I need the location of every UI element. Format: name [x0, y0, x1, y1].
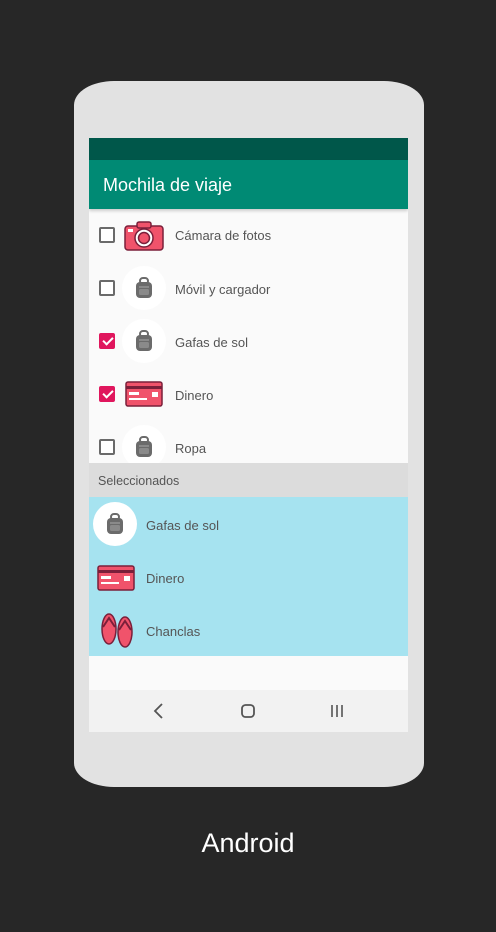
selected-list[interactable]: Gafas de sol Dinero Chanclas	[89, 497, 408, 656]
selected-label: Gafas de sol	[146, 518, 219, 533]
checkbox-unchecked[interactable]	[99, 227, 115, 243]
selected-label: Dinero	[146, 571, 185, 586]
back-icon[interactable]	[147, 700, 171, 722]
checkbox-checked[interactable]	[99, 333, 115, 349]
checkbox-unchecked[interactable]	[99, 439, 115, 455]
recents-icon[interactable]	[325, 700, 349, 722]
credit-card-icon	[95, 554, 139, 598]
backpack-icon	[93, 502, 137, 546]
status-bar	[89, 138, 408, 160]
item-list[interactable]: Cámara de fotos Móvil y cargador Gafas d…	[89, 209, 408, 463]
app-title: Mochila de viaje	[103, 175, 233, 195]
platform-caption: Android	[201, 828, 295, 858]
list-item[interactable]: Cámara de fotos	[89, 209, 408, 262]
selected-label: Chanclas	[146, 624, 201, 639]
checkbox-checked[interactable]	[99, 386, 115, 402]
checkbox-unchecked[interactable]	[99, 280, 115, 296]
icon-circle	[122, 425, 166, 463]
backpack-icon	[122, 319, 166, 363]
list-item[interactable]: Gafas de sol	[89, 315, 408, 368]
phone-screen: Mochila de viaje Cámara de fotos Móvil y…	[89, 138, 408, 732]
backpack-icon	[122, 266, 166, 310]
home-icon[interactable]	[236, 700, 260, 722]
credit-card-icon	[122, 372, 166, 416]
item-label: Ropa	[175, 441, 207, 456]
icon-circle	[122, 266, 166, 310]
app-bar: Mochila de viaje	[89, 160, 408, 209]
icon-circle	[122, 319, 166, 363]
camera-icon	[122, 213, 166, 257]
list-item[interactable]: Dinero	[89, 368, 408, 421]
list-item[interactable]: Ropa	[89, 421, 408, 463]
selected-item[interactable]: Chanclas	[89, 603, 408, 656]
icon-circle	[93, 502, 137, 546]
selected-item[interactable]: Dinero	[89, 550, 408, 603]
navigation-bar	[89, 690, 408, 732]
backpack-icon	[122, 425, 166, 463]
item-label: Gafas de sol	[175, 335, 248, 350]
selected-item[interactable]: Gafas de sol	[89, 497, 408, 550]
flip-flops-icon	[95, 607, 139, 651]
section-label: Seleccionados	[98, 474, 180, 488]
item-label: Cámara de fotos	[175, 228, 272, 243]
item-label: Móvil y cargador	[175, 282, 271, 297]
list-item[interactable]: Móvil y cargador	[89, 262, 408, 315]
section-header: Seleccionados	[89, 463, 408, 497]
item-label: Dinero	[175, 388, 214, 403]
